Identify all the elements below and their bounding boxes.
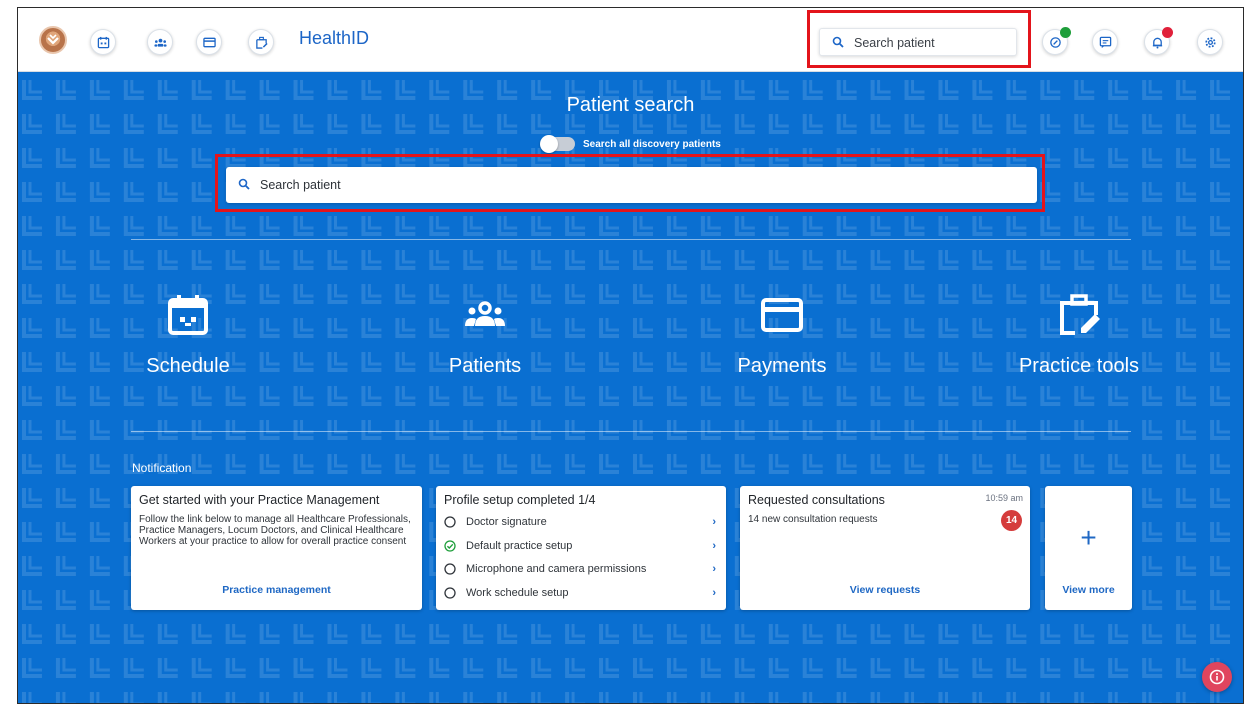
tile-schedule[interactable]: Schedule [88, 293, 288, 383]
messages-button[interactable] [1092, 29, 1118, 55]
healthid-logo[interactable] [39, 26, 67, 54]
tile-payments[interactable]: Payments [682, 293, 882, 383]
chevron-right-icon: › [712, 563, 716, 575]
unchecked-circle-icon [444, 563, 456, 575]
top-bar: HealthID Search patient [18, 8, 1243, 72]
calendar-icon [168, 295, 208, 335]
info-icon [1209, 669, 1225, 685]
highlight-box-header-search [807, 10, 1031, 68]
search-all-discovery-toggle[interactable] [540, 135, 575, 153]
notification-dot [1162, 27, 1173, 38]
nav-patients-button[interactable] [147, 29, 173, 55]
setup-item-doctor-signature[interactable]: Doctor signature › [444, 513, 716, 531]
setup-item-label: Default practice setup [466, 540, 573, 552]
setup-item-default-practice[interactable]: Default practice setup › [444, 537, 716, 555]
requested-consultations-card: Requested consultations 10:59 am 14 14 n… [740, 486, 1030, 610]
settings-icon [1204, 36, 1216, 48]
page-title: Patient search [566, 94, 695, 116]
chevron-right-icon: › [712, 516, 716, 528]
patients-icon [153, 38, 167, 47]
setup-item-work-schedule[interactable]: Work schedule setup › [444, 584, 716, 602]
messages-icon [1099, 36, 1111, 48]
setup-item-mic-camera[interactable]: Microphone and camera permissions › [444, 560, 716, 578]
notification-heading: Notification [132, 461, 192, 475]
card-body: Follow the link below to manage all Heal… [139, 514, 411, 547]
ai-assistant-button[interactable] [1042, 27, 1071, 55]
notifications-icon [1152, 37, 1162, 49]
setup-item-label: Work schedule setup [466, 587, 569, 599]
tile-patients[interactable]: Patients [385, 293, 585, 383]
unchecked-circle-icon [444, 587, 456, 599]
tile-label: Practice tools [1018, 355, 1140, 377]
chevron-right-icon: › [712, 587, 716, 599]
toggle-label: Search all discovery patients [583, 138, 721, 150]
view-more-link[interactable]: View more [1045, 584, 1132, 596]
tile-label: Patients [448, 355, 522, 377]
plus-icon: + [1080, 522, 1097, 553]
section-divider [131, 431, 1131, 432]
section-divider [131, 239, 1131, 240]
tile-label: Payments [737, 355, 827, 377]
highlight-box-patient-search [215, 154, 1045, 212]
calendar-icon [97, 36, 109, 48]
nav-practice-tools-button[interactable] [248, 29, 274, 55]
practice-tools-icon [255, 36, 268, 49]
payments-icon [202, 37, 216, 47]
toggle-knob [540, 135, 558, 153]
notifications-button[interactable] [1144, 27, 1173, 55]
credit-card-icon [761, 298, 803, 332]
settings-button[interactable] [1197, 29, 1223, 55]
card-title: Get started with your Practice Managemen… [139, 493, 380, 507]
chevron-right-icon: › [712, 540, 716, 552]
nav-schedule-button[interactable] [90, 29, 116, 55]
setup-item-label: Microphone and camera permissions [466, 563, 647, 575]
status-online-dot [1060, 27, 1071, 38]
practice-management-link[interactable]: Practice management [131, 584, 422, 596]
card-timestamp: 10:59 am [985, 493, 1023, 503]
tile-practice-tools[interactable]: Practice tools [979, 293, 1179, 383]
view-requests-link[interactable]: View requests [740, 584, 1030, 596]
patients-icon [465, 301, 505, 326]
checked-circle-icon [444, 540, 456, 552]
unchecked-circle-icon [444, 516, 456, 528]
profile-setup-card: Profile setup completed 1/4 Doctor signa… [436, 486, 726, 610]
app-title: HealthID [299, 28, 370, 48]
practice-management-card: Get started with your Practice Managemen… [131, 486, 422, 610]
view-more-card[interactable]: + View more [1045, 486, 1132, 610]
clipboard-edit-icon [1060, 294, 1100, 335]
card-body: 14 new consultation requests [748, 514, 878, 525]
ai-assistant-icon [1049, 36, 1061, 48]
setup-item-label: Doctor signature [466, 516, 547, 528]
card-title: Requested consultations [748, 493, 885, 507]
help-button[interactable] [1202, 662, 1232, 692]
nav-payments-button[interactable] [196, 29, 222, 55]
app-window: HealthID Search patient Patient search S… [17, 7, 1244, 704]
discovery-toggle-row: Search all discovery patients [540, 135, 721, 153]
card-title: Profile setup completed 1/4 [444, 493, 596, 507]
tile-label: Schedule [146, 355, 230, 377]
